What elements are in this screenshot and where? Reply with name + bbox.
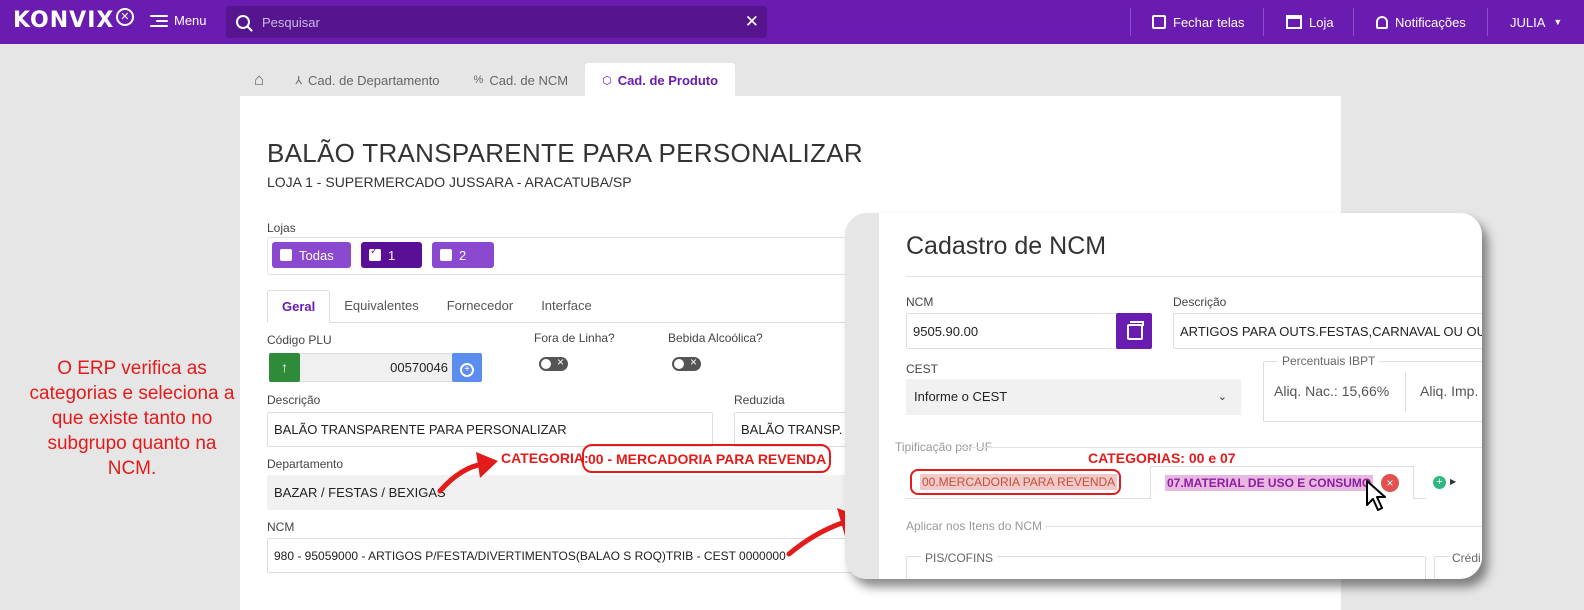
popup-descricao-input[interactable]: ARTIGOS PARA OUTS.FESTAS,CARNAVAL OU OUT… <box>1173 313 1482 349</box>
divider <box>906 276 1482 277</box>
popup-ncm-input[interactable]: 9505.90.00 <box>906 313 1118 349</box>
ncm-popup: Cadastro de NCM NCM 9505.90.00 Descrição… <box>845 213 1482 579</box>
pis-cofins-legend: PIS/COFINS <box>921 551 998 565</box>
caret-right-icon[interactable]: ▶ <box>1450 477 1456 486</box>
arrow-to-category <box>437 461 486 494</box>
cest-value: Informe o CEST <box>914 389 1008 404</box>
cest-label: CEST <box>906 362 939 376</box>
divider <box>1045 526 1482 527</box>
chevron-down-icon: ⌄ <box>1217 391 1227 403</box>
arrowhead <box>476 452 498 478</box>
aplicar-label: Aplicar nos Itens do NCM <box>906 519 1043 533</box>
category-label: 00.MERCADORIA PARA REVENDA <box>920 474 1118 490</box>
popup-side-strip <box>845 213 879 579</box>
popup-descricao-label: Descrição <box>1173 295 1227 309</box>
divider <box>960 447 1482 448</box>
add-category-icon[interactable]: + <box>1433 476 1446 489</box>
credito-legend: Crédi <box>1450 551 1482 565</box>
ibpt-legend: Percentuais IBPT <box>1278 354 1380 368</box>
aliq-nac: Aliq. Nac.: 15,66% <box>1274 383 1390 399</box>
cest-select[interactable]: Informe o CEST ⌄ <box>906 379 1241 415</box>
divider <box>1405 372 1406 412</box>
popup-title: Cadastro de NCM <box>906 232 1107 260</box>
category-tab-00[interactable]: 00.MERCADORIA PARA REVENDA <box>910 469 1121 495</box>
mouse-cursor-icon <box>1366 480 1386 511</box>
aliq-imp: Aliq. Imp. <box>1420 383 1479 399</box>
category-label: 07.MATERIAL DE USO E CONSUMO <box>1165 475 1374 491</box>
arrow-to-popup <box>786 519 848 557</box>
ncm-search-button[interactable] <box>1116 313 1152 349</box>
annotation-categorias: CATEGORIAS: 00 e 07 <box>1088 450 1236 466</box>
popup-ncm-label: NCM <box>906 295 934 309</box>
